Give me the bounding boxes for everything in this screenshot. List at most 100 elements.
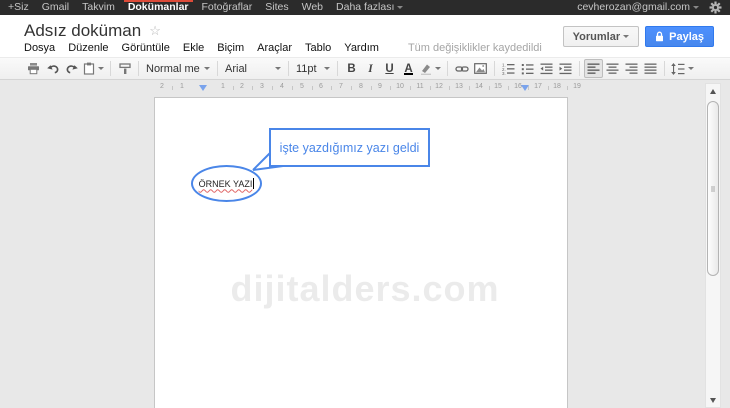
ruler-tick bbox=[548, 86, 549, 90]
title-row: Adsız doküman ☆ bbox=[24, 21, 161, 41]
ruler-number: 2 bbox=[240, 83, 244, 90]
document-workspace: 2112345678910111213141516171819 işte yaz… bbox=[0, 80, 730, 408]
scrollbar-thumb[interactable] bbox=[707, 101, 719, 276]
bulleted-list-button[interactable] bbox=[518, 59, 537, 78]
decrease-indent-button[interactable] bbox=[537, 59, 556, 78]
menu-insert[interactable]: Ekle bbox=[183, 42, 204, 54]
nav-plus-you[interactable]: +Siz bbox=[8, 0, 29, 15]
scroll-up-arrow-icon[interactable] bbox=[710, 89, 716, 94]
menu-file[interactable]: Dosya bbox=[24, 42, 55, 54]
toolbar-separator bbox=[110, 61, 111, 76]
menu-help[interactable]: Yardım bbox=[344, 42, 379, 54]
chevron-down-icon bbox=[688, 67, 694, 70]
insert-image-button[interactable] bbox=[471, 59, 490, 78]
menu-format[interactable]: Biçim bbox=[217, 42, 244, 54]
ellipse-shape[interactable]: ÖRNEK YAZI bbox=[191, 165, 262, 202]
toolbar-separator bbox=[579, 61, 580, 76]
styles-dropdown[interactable]: Normal me... bbox=[143, 59, 213, 78]
font-dropdown[interactable]: Arial bbox=[222, 59, 284, 78]
align-left-button[interactable] bbox=[584, 59, 603, 78]
highlight-color-button[interactable] bbox=[418, 59, 443, 78]
underline-button[interactable]: U bbox=[380, 59, 399, 78]
print-button[interactable] bbox=[24, 59, 43, 78]
ruler-number: 17 bbox=[534, 83, 542, 90]
header-buttons: Yorumlar Paylaş bbox=[563, 26, 714, 47]
insert-link-button[interactable] bbox=[452, 59, 471, 78]
nav-web[interactable]: Web bbox=[302, 0, 323, 15]
menu-table[interactable]: Tablo bbox=[305, 42, 331, 54]
text-cursor bbox=[253, 178, 254, 189]
ruler-tick bbox=[312, 86, 313, 90]
scroll-down-arrow-icon[interactable] bbox=[710, 398, 716, 403]
nav-calendar[interactable]: Takvim bbox=[82, 0, 115, 15]
document-page[interactable]: işte yazdığımız yazı geldi ÖRNEK YAZI di… bbox=[154, 97, 568, 408]
ruler-number: 2 bbox=[160, 83, 164, 90]
share-button[interactable]: Paylaş bbox=[645, 26, 714, 47]
undo-icon bbox=[46, 63, 60, 75]
web-clipboard-button[interactable] bbox=[81, 59, 106, 78]
nav-sites[interactable]: Sites bbox=[265, 0, 288, 15]
ruler-number: 18 bbox=[553, 83, 561, 90]
comments-button[interactable]: Yorumlar bbox=[563, 26, 639, 47]
ruler-number: 10 bbox=[396, 83, 404, 90]
ruler-tick bbox=[233, 86, 234, 90]
menu-bar: Dosya Düzenle Görüntüle Ekle Biçim Araçl… bbox=[24, 42, 542, 54]
document-title[interactable]: Adsız doküman bbox=[24, 21, 141, 41]
undo-button[interactable] bbox=[43, 59, 62, 78]
line-spacing-button[interactable] bbox=[669, 59, 696, 78]
italic-button[interactable]: I bbox=[361, 59, 380, 78]
align-center-button[interactable] bbox=[603, 59, 622, 78]
vertical-scrollbar[interactable] bbox=[705, 83, 721, 408]
ruler-number: 19 bbox=[573, 83, 581, 90]
nav-gmail[interactable]: Gmail bbox=[42, 0, 69, 15]
ruler-tick bbox=[489, 86, 490, 90]
ruler-tick bbox=[252, 86, 253, 90]
text-color-button[interactable]: A bbox=[399, 59, 418, 78]
ruler-tick bbox=[508, 86, 509, 90]
left-indent-marker[interactable] bbox=[199, 85, 207, 91]
numbered-list-icon: 1.2.3. bbox=[502, 63, 515, 75]
star-icon[interactable]: ☆ bbox=[149, 23, 161, 39]
font-size-dropdown[interactable]: 11pt bbox=[293, 59, 333, 78]
ruler-number: 12 bbox=[435, 83, 443, 90]
google-docs-app: +Siz Gmail Takvim Dokümanlar Fotoğraflar… bbox=[0, 0, 730, 408]
account-email-menu[interactable]: cevherozan@gmail.com bbox=[577, 0, 699, 15]
toolbar-separator bbox=[288, 61, 289, 76]
ruler-number: 1 bbox=[180, 83, 184, 90]
nav-more[interactable]: Daha fazlası bbox=[336, 0, 403, 15]
menu-tools[interactable]: Araçlar bbox=[257, 42, 292, 54]
toolbar: Normal me... Arial 11pt B I U A 1.2.3. bbox=[0, 57, 730, 80]
bold-button[interactable]: B bbox=[342, 59, 361, 78]
nav-documents[interactable]: Dokümanlar bbox=[128, 0, 189, 15]
styles-dropdown-value: Normal me... bbox=[146, 63, 200, 75]
align-right-button[interactable] bbox=[622, 59, 641, 78]
menu-view[interactable]: Görüntüle bbox=[122, 42, 170, 54]
chevron-down-icon bbox=[397, 6, 403, 9]
chevron-down-icon bbox=[623, 35, 629, 38]
share-button-label: Paylaş bbox=[669, 31, 704, 43]
toolbar-separator bbox=[138, 61, 139, 76]
right-indent-marker[interactable] bbox=[521, 85, 529, 91]
redo-button[interactable] bbox=[62, 59, 81, 78]
ruler-number: 6 bbox=[319, 83, 323, 90]
chevron-down-icon bbox=[275, 67, 281, 70]
redo-icon bbox=[65, 63, 79, 75]
outdent-icon bbox=[540, 63, 553, 75]
paint-format-button[interactable] bbox=[115, 59, 134, 78]
chevron-down-icon bbox=[98, 67, 104, 70]
numbered-list-button[interactable]: 1.2.3. bbox=[499, 59, 518, 78]
gear-icon[interactable] bbox=[709, 1, 722, 14]
menu-edit[interactable]: Düzenle bbox=[68, 42, 108, 54]
justify-button[interactable] bbox=[641, 59, 660, 78]
justify-icon bbox=[644, 63, 657, 75]
ruler-number: 15 bbox=[494, 83, 502, 90]
nav-photos[interactable]: Fotoğraflar bbox=[202, 0, 253, 15]
ruler-number: 9 bbox=[378, 83, 382, 90]
increase-indent-button[interactable] bbox=[556, 59, 575, 78]
bold-label: B bbox=[347, 63, 355, 75]
callout-shape[interactable]: işte yazdığımız yazı geldi bbox=[269, 128, 430, 167]
align-center-icon bbox=[606, 63, 619, 75]
ruler-marks: 2112345678910111213141516171819 bbox=[154, 82, 584, 95]
svg-text:3.: 3. bbox=[502, 71, 506, 75]
indent-icon bbox=[559, 63, 572, 75]
